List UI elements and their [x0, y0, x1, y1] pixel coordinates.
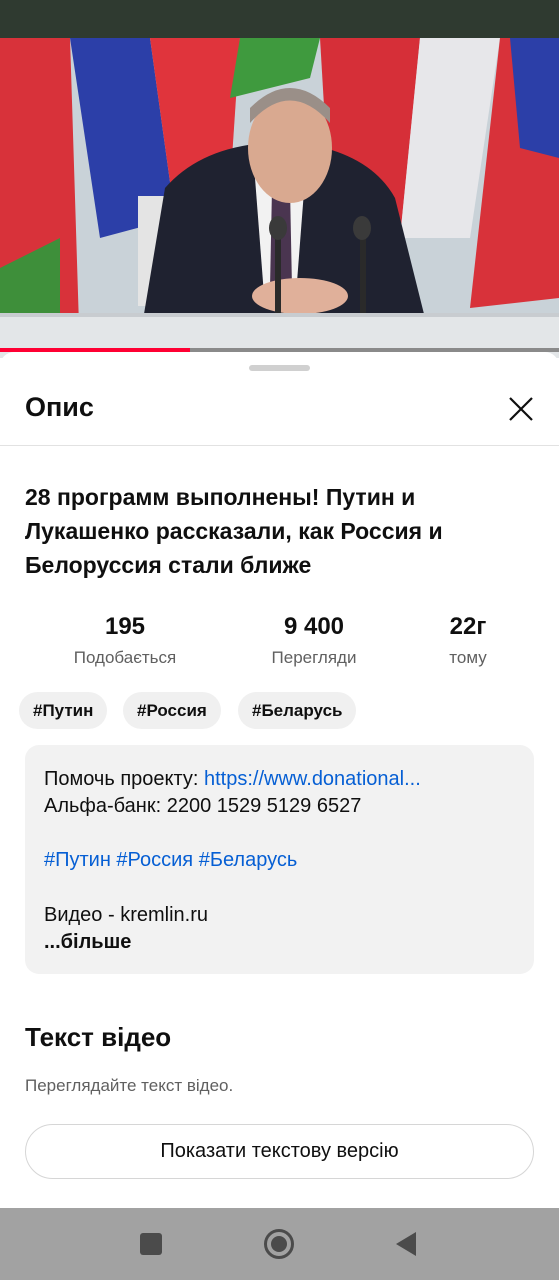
video-title: 28 программ выполнены! Путин и Лукашенко…	[25, 484, 443, 578]
triangle-back-icon	[396, 1232, 416, 1256]
stat-label: Перегляди	[271, 648, 357, 667]
stat-age: 22г тому	[418, 612, 518, 668]
stat-views: 9 400 Перегляди	[244, 612, 384, 668]
divider	[0, 445, 559, 446]
close-button[interactable]	[500, 388, 542, 430]
back-button[interactable]	[376, 1208, 436, 1280]
close-icon	[509, 397, 533, 421]
circle-icon	[264, 1229, 294, 1259]
hashtag-chip-putin[interactable]: #Путин	[19, 692, 108, 729]
support-label: Помочь проекту:	[44, 768, 204, 790]
recents-button[interactable]	[121, 1208, 181, 1280]
video-frame	[0, 38, 559, 358]
video-player[interactable]	[0, 38, 559, 358]
more-link[interactable]: ...більше	[44, 929, 131, 955]
system-nav-bar	[0, 1208, 559, 1280]
source-line: Видео - kremlin.ru	[44, 904, 208, 926]
hashtag-chip-russia[interactable]: #Россия	[123, 692, 221, 729]
transcript-subtitle: Переглядайте текст відео.	[25, 1076, 234, 1095]
stat-value: 22г	[449, 613, 487, 640]
drag-handle[interactable]	[249, 365, 310, 371]
home-button[interactable]	[249, 1208, 309, 1280]
stat-label: Подобається	[73, 648, 177, 667]
support-line: Помочь проекту: https://www.donational..…	[44, 766, 421, 792]
bank-line: Альфа-банк: 2200 1529 5129 6527	[44, 795, 362, 817]
description-box[interactable]: Помочь проекту: https://www.donational..…	[25, 745, 534, 974]
square-icon	[140, 1233, 162, 1255]
description-hashtags[interactable]: #Путин #Россия #Беларусь	[44, 847, 297, 873]
transcript-title: Текст відео	[25, 1022, 172, 1052]
stat-value: 9 400	[283, 613, 345, 640]
status-bar	[0, 0, 559, 38]
stat-label: тому	[449, 648, 487, 667]
sheet-title: Опис	[25, 392, 94, 422]
support-link[interactable]: https://www.donational...	[204, 768, 421, 790]
hashtag-chip-belarus[interactable]: #Беларусь	[238, 692, 357, 729]
stat-value: 195	[104, 613, 146, 640]
description-sheet: Опис 28 программ выполнены! Путин и Лука…	[0, 352, 559, 1208]
show-transcript-button[interactable]: Показати текстову версію	[25, 1124, 534, 1179]
stat-likes: 195 Подобається	[55, 612, 195, 668]
